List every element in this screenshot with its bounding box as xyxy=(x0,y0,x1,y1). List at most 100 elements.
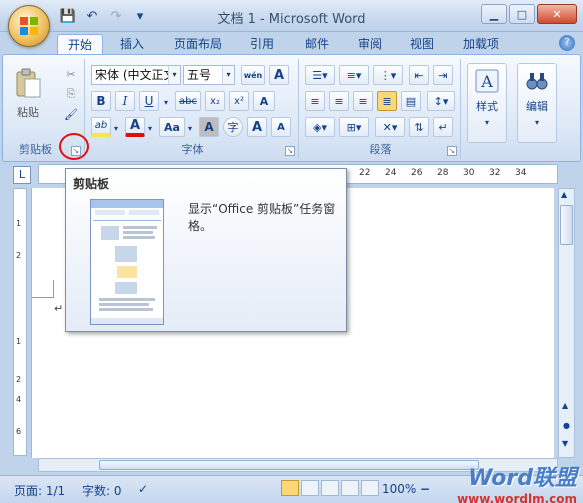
paragraph-dialog-launcher-icon[interactable]: ↘ xyxy=(447,146,457,156)
enclose-chars-button[interactable]: 字 xyxy=(223,117,243,137)
chevron-down-icon[interactable]: ▾ xyxy=(168,66,180,84)
shrink-font-button[interactable]: A xyxy=(271,117,291,137)
paste-button[interactable]: 粘贴 xyxy=(11,63,45,125)
align-center-icon[interactable]: ≡ xyxy=(329,91,349,111)
binoculars-icon xyxy=(526,73,548,90)
office-button[interactable] xyxy=(8,5,50,47)
ruler-number: 34 xyxy=(515,168,527,178)
change-case-button[interactable]: Aa xyxy=(159,117,185,137)
styles-button[interactable]: A 样式 ▾ xyxy=(467,63,507,143)
annotation-circle xyxy=(59,133,89,160)
multilevel-list-icon[interactable]: ⋮▾ xyxy=(373,65,403,85)
prev-page-icon[interactable]: ▲ xyxy=(562,401,568,410)
font-size-combo[interactable]: 五号 ▾ xyxy=(183,65,235,85)
minimize-icon[interactable]: ▁ xyxy=(481,4,507,24)
char-border-icon[interactable]: A xyxy=(269,65,289,85)
web-layout-view-icon[interactable] xyxy=(321,480,339,496)
bullets-icon[interactable]: ☰▾ xyxy=(305,65,335,85)
close-icon[interactable]: ✕ xyxy=(537,4,577,24)
numbering-icon[interactable]: ≡▾ xyxy=(339,65,369,85)
editing-group: 编辑 ▾ xyxy=(513,59,563,159)
shading-icon[interactable]: ◈▾ xyxy=(305,117,335,137)
italic-button[interactable]: I xyxy=(115,91,135,111)
justify-icon[interactable]: ≣ xyxy=(377,91,397,111)
tab-selector[interactable]: L xyxy=(13,166,31,184)
scroll-thumb[interactable] xyxy=(560,205,573,245)
font-group-label: 字体 xyxy=(181,143,204,156)
outline-view-icon[interactable] xyxy=(341,480,359,496)
borders-icon[interactable]: ⊞▾ xyxy=(339,117,369,137)
increase-indent-icon[interactable]: ⇥ xyxy=(433,65,453,85)
font-dialog-launcher-icon[interactable]: ↘ xyxy=(285,146,295,156)
styles-icon: A xyxy=(475,69,499,93)
office-logo-icon xyxy=(20,17,38,35)
tab-mailings[interactable]: 邮件 xyxy=(297,34,337,54)
subscript-button[interactable]: x₂ xyxy=(205,91,225,111)
font-name-combo[interactable]: 宋体 (中文正文) ▾ xyxy=(91,65,181,85)
align-left-icon[interactable]: ≡ xyxy=(305,91,325,111)
scroll-up-icon[interactable]: ▲ xyxy=(561,190,567,199)
font-color-button[interactable]: A xyxy=(125,117,145,137)
format-painter-icon[interactable]: 🖌 xyxy=(61,105,81,123)
maximize-icon[interactable]: □ xyxy=(509,4,535,24)
paste-icon xyxy=(16,68,41,98)
ruler-number: 22 xyxy=(359,168,371,178)
ruler-number: 32 xyxy=(489,168,501,178)
bold-button[interactable]: B xyxy=(91,91,111,111)
sort-icon[interactable]: ⇅ xyxy=(409,117,429,137)
highlight-button[interactable]: ab xyxy=(91,117,111,137)
char-shading-button[interactable]: A xyxy=(199,117,219,137)
ribbon-tabs: 开始 插入 页面布局 引用 邮件 审阅 视图 加载项 ? xyxy=(0,32,583,54)
grow-font-button[interactable]: A xyxy=(247,117,267,137)
browse-object-icon[interactable]: ● xyxy=(563,421,570,430)
clipboard-pane-preview-icon xyxy=(91,200,163,324)
chevron-down-icon[interactable]: ▾ xyxy=(161,95,171,109)
zoom-level[interactable]: 100% xyxy=(382,482,416,496)
superscript-button[interactable]: x² xyxy=(229,91,249,111)
cut-icon[interactable]: ✂ xyxy=(61,65,81,83)
editing-button[interactable]: 编辑 ▾ xyxy=(517,63,557,143)
full-screen-reading-view-icon[interactable] xyxy=(301,480,319,496)
strikethrough-button[interactable]: abc xyxy=(175,91,201,111)
draft-view-icon[interactable] xyxy=(361,480,379,496)
tab-view[interactable]: 视图 xyxy=(402,34,442,54)
scroll-thumb[interactable] xyxy=(99,460,479,470)
chinese-layout-icon[interactable]: ✕▾ xyxy=(375,117,405,137)
phonetic-guide-icon[interactable]: wén xyxy=(241,65,265,85)
clear-formatting-icon[interactable]: A xyxy=(253,91,275,111)
tab-page-layout[interactable]: 页面布局 xyxy=(168,34,228,54)
editing-label: 编辑 xyxy=(526,100,548,113)
distributed-icon[interactable]: ▤ xyxy=(401,91,421,111)
tab-review[interactable]: 审阅 xyxy=(350,34,390,54)
word-count[interactable]: 字数: 0 xyxy=(82,482,122,499)
ruler-number: 1 xyxy=(16,337,22,346)
decrease-indent-icon[interactable]: ⇤ xyxy=(409,65,429,85)
show-marks-icon[interactable]: ↵ xyxy=(433,117,453,137)
print-layout-view-icon[interactable] xyxy=(281,480,299,496)
vertical-ruler[interactable]: 1 2 1 2 4 6 xyxy=(13,188,27,456)
next-page-icon[interactable]: ▼ xyxy=(562,439,568,448)
ruler-number: 2 xyxy=(16,251,22,260)
watermark-logo: Word联盟 www.wordlm.com xyxy=(457,460,577,503)
tab-addins[interactable]: 加载项 xyxy=(456,34,506,54)
view-buttons xyxy=(281,480,379,496)
tab-insert[interactable]: 插入 xyxy=(112,34,152,54)
proofing-icon[interactable]: ✓ xyxy=(138,482,148,496)
font-group: 宋体 (中文正文) ▾ 五号 ▾ wén A B I U ▾ abc x₂ x²… xyxy=(87,59,299,159)
chevron-down-icon[interactable]: ▾ xyxy=(145,121,155,135)
chevron-down-icon[interactable]: ▾ xyxy=(222,66,234,84)
underline-button[interactable]: U xyxy=(139,91,159,111)
help-icon[interactable]: ? xyxy=(559,35,575,51)
line-spacing-icon[interactable]: ↕▾ xyxy=(427,91,455,111)
chevron-down-icon[interactable]: ▾ xyxy=(185,121,195,135)
zoom-out-icon[interactable]: − xyxy=(420,482,430,496)
paragraph-group-label: 段落 xyxy=(369,143,392,156)
page-count[interactable]: 页面: 1/1 xyxy=(14,482,65,499)
tab-references[interactable]: 引用 xyxy=(242,34,282,54)
tab-home[interactable]: 开始 xyxy=(57,34,103,54)
chevron-down-icon[interactable]: ▾ xyxy=(111,121,121,135)
vertical-scrollbar[interactable]: ▲ ▲ ● ▼ xyxy=(558,188,575,458)
copy-icon[interactable]: ⎘ xyxy=(61,85,81,103)
align-right-icon[interactable]: ≡ xyxy=(353,91,373,111)
ruler-number: 24 xyxy=(385,168,397,178)
